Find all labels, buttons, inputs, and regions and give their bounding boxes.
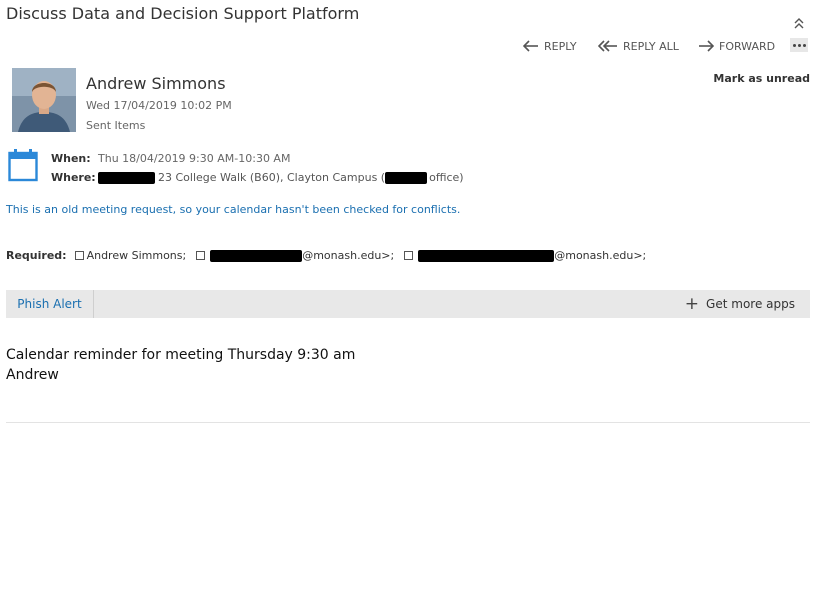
where-text-part1: 23 College Walk (B60), Clayton Campus (	[158, 171, 386, 184]
sent-folder: Sent Items	[86, 119, 146, 132]
when-value: Thu 18/04/2019 9:30 AM-10:30 AM	[98, 152, 291, 165]
attendee-email-suffix[interactable]: @monash.edu>;	[554, 249, 646, 262]
reply-arrow-icon	[523, 40, 538, 52]
when-label: When:	[51, 152, 91, 165]
mark-as-unread-link[interactable]: Mark as unread	[713, 72, 810, 85]
reply-label: REPLY	[544, 39, 577, 53]
body-text-line: Andrew	[6, 367, 59, 383]
attendee-checkbox[interactable]	[404, 251, 414, 260]
where-text-part2: office)	[429, 171, 464, 184]
more-options-icon[interactable]	[790, 38, 808, 52]
attendee-name[interactable]: Andrew Simmons;	[87, 249, 187, 262]
forward-button[interactable]: FORWARD	[698, 38, 775, 54]
body-text-line: Calendar reminder for meeting Thursday 9…	[6, 347, 356, 363]
old-request-notice: This is an old meeting request, so your …	[6, 203, 461, 216]
redaction-box	[210, 249, 303, 262]
reply-all-label: REPLY ALL	[623, 39, 679, 53]
addin-bar: Phish Alert + Get more apps	[6, 290, 810, 318]
email-subject: Discuss Data and Decision Support Platfo…	[6, 4, 360, 23]
sent-date: Wed 17/04/2019 10:02 PM	[86, 99, 232, 112]
reply-button[interactable]: REPLY	[523, 38, 577, 54]
redaction-box	[385, 171, 428, 184]
sender-name[interactable]: Andrew Simmons	[86, 74, 226, 93]
redaction-box	[418, 249, 555, 262]
where-value: 23 College Walk (B60), Clayton Campus ( …	[98, 171, 464, 184]
attendee-checkbox[interactable]	[196, 251, 206, 260]
reply-all-button[interactable]: REPLY ALL	[598, 38, 679, 54]
attendee-checkbox[interactable]	[74, 251, 84, 260]
required-label: Required:	[6, 249, 67, 262]
get-more-apps-label: Get more apps	[706, 297, 795, 311]
get-more-apps-button[interactable]: + Get more apps	[685, 290, 795, 318]
collapse-up-icon[interactable]	[791, 15, 807, 31]
required-attendees: Required: Andrew Simmons; @monash.edu>; …	[6, 249, 646, 262]
forward-label: FORWARD	[719, 39, 776, 53]
reply-all-arrow-icon	[598, 40, 617, 52]
phish-alert-tab[interactable]: Phish Alert	[6, 290, 94, 318]
attendee-email-suffix[interactable]: @monash.edu>;	[302, 249, 394, 262]
plus-icon: +	[684, 293, 700, 314]
forward-arrow-icon	[699, 40, 714, 52]
calendar-icon	[8, 149, 38, 182]
redaction-box	[98, 171, 155, 184]
avatar	[12, 68, 76, 132]
where-label: Where:	[51, 171, 96, 184]
divider	[6, 422, 810, 423]
